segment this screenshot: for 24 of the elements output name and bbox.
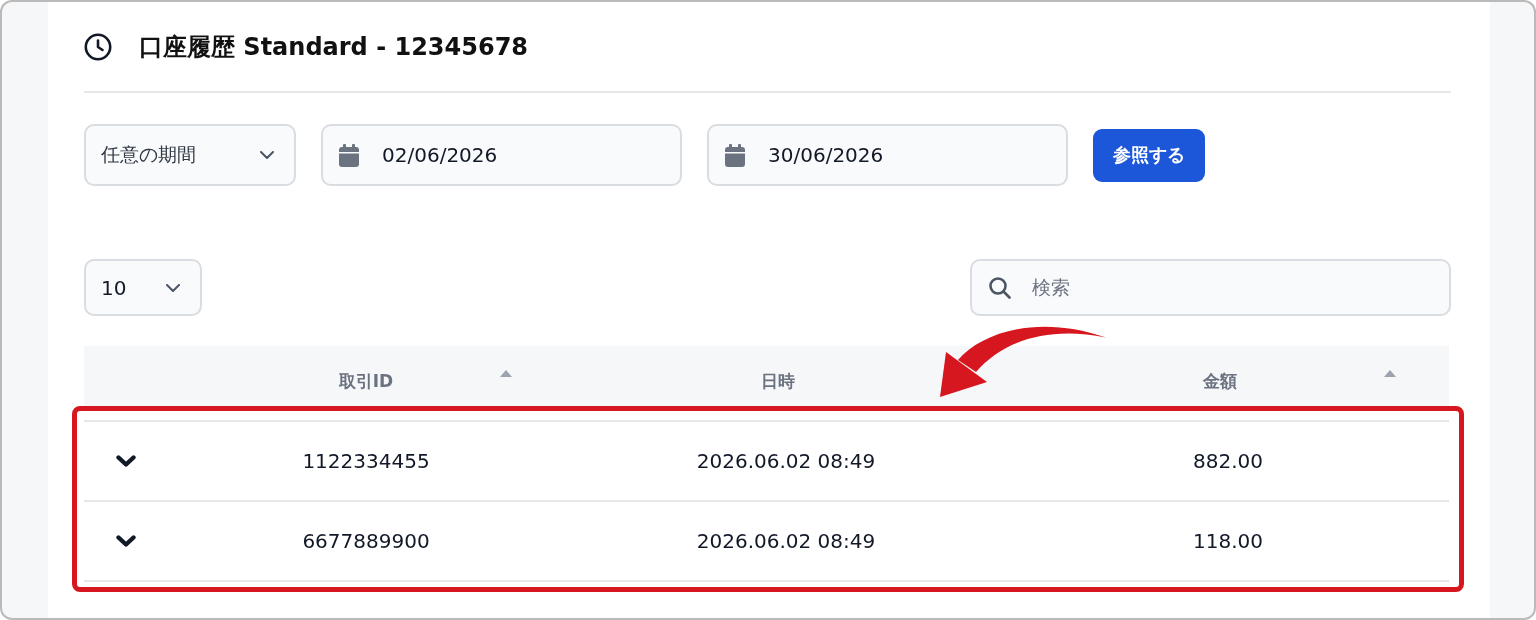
- calendar-icon[interactable]: [725, 143, 745, 167]
- end-date-field[interactable]: 30/06/2026: [707, 124, 1068, 186]
- column-header: 日時: [761, 370, 795, 393]
- amount-value: 882.00: [1193, 449, 1263, 473]
- transaction-datetime: 2026.06.02 08:49: [696, 449, 876, 473]
- search-field[interactable]: 検索: [970, 259, 1451, 316]
- column-header[interactable]: 取引ID: [338, 370, 394, 393]
- chevron-down-icon[interactable]: [116, 535, 136, 547]
- search-icon: [989, 276, 1011, 299]
- submit-button[interactable]: 参照する: [1093, 128, 1205, 182]
- chevron-down-icon[interactable]: [260, 151, 274, 159]
- chevron-down-icon[interactable]: [116, 455, 136, 467]
- calendar-icon[interactable]: [339, 143, 359, 167]
- transaction-id: 6677889900: [302, 529, 430, 553]
- column-header[interactable]: 金額: [1203, 370, 1237, 393]
- page-size-select[interactable]: 10: [84, 259, 202, 316]
- period-select[interactable]: 任意の期間: [84, 124, 296, 186]
- transaction-datetime: 2026.06.02 08:49: [696, 529, 876, 553]
- start-date-field[interactable]: 02/06/2026: [321, 124, 682, 186]
- chevron-down-icon[interactable]: [166, 283, 180, 292]
- page-title: 口座履歴 Standard - 12345678: [139, 31, 529, 63]
- transaction-id: 1122334455: [302, 449, 430, 473]
- amount-value: 118.00: [1193, 529, 1263, 553]
- clock-icon: [84, 32, 112, 61]
